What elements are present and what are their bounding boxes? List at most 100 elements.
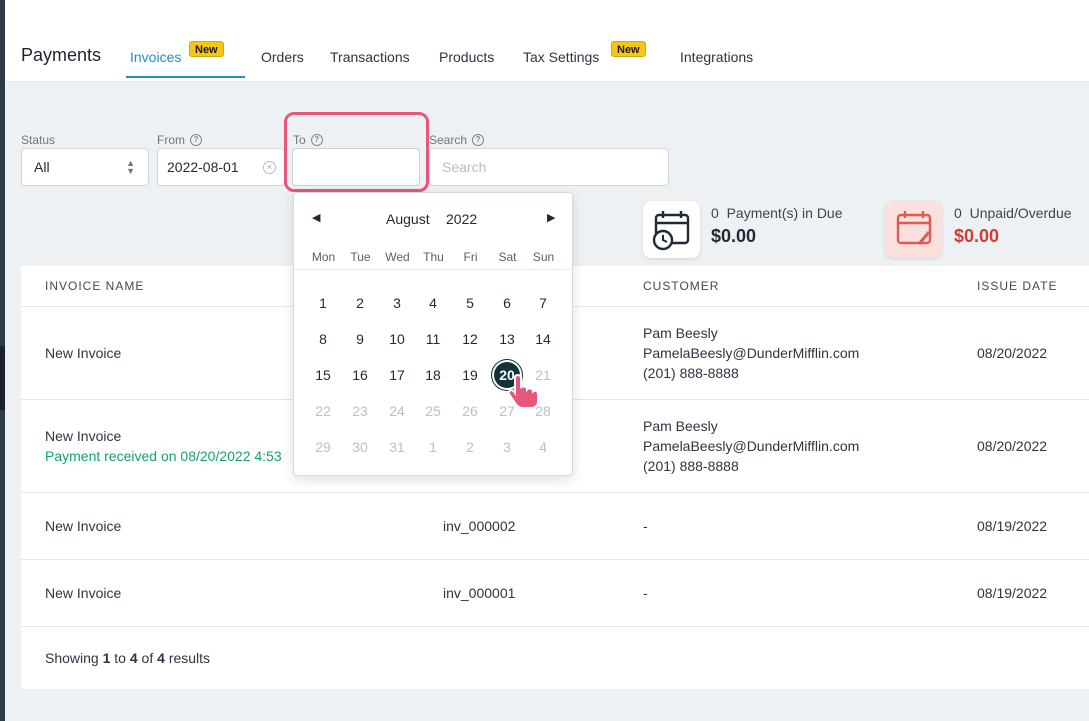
issue-date: 08/19/2022 <box>977 518 1048 534</box>
date-cell[interactable]: 4 <box>420 290 446 316</box>
search-input[interactable]: Search <box>429 148 669 186</box>
date-cell: 25 <box>425 403 441 419</box>
date-cell[interactable]: 3 <box>384 290 410 316</box>
invoices-new-badge: New <box>189 41 224 57</box>
date-cell: 23 <box>352 403 368 419</box>
next-month-icon[interactable]: ▶ <box>547 211 555 224</box>
due-count-line: 0 Payment(s) in Due <box>711 205 843 221</box>
date-cell: 30 <box>352 439 368 455</box>
to-field-highlight <box>284 112 429 192</box>
date-cell: 24 <box>389 403 405 419</box>
date-cell[interactable]: 6 <box>494 290 520 316</box>
status-label: Status <box>21 133 56 147</box>
due-amount: $0.00 <box>711 226 757 246</box>
clear-icon[interactable]: × <box>263 161 276 174</box>
date-picker-year[interactable]: 2022 <box>446 211 477 227</box>
unpaid-amount: $0.00 <box>954 226 1000 246</box>
search-placeholder: Search <box>442 159 487 175</box>
tab-integrations[interactable]: Integrations <box>680 49 753 65</box>
invoice-number: inv_000002 <box>443 518 516 534</box>
date-cell[interactable]: 2 <box>347 290 373 316</box>
date-cell: 22 <box>315 403 331 419</box>
date-cell[interactable]: 8 <box>310 326 336 352</box>
invoice-name: New Invoice <box>45 585 122 601</box>
invoice-name: New Invoice <box>45 428 122 444</box>
date-cell: 26 <box>462 403 478 419</box>
help-icon[interactable]: ? <box>190 134 202 146</box>
date-cell[interactable]: 18 <box>420 362 446 388</box>
calendar-edit-icon <box>885 201 942 258</box>
customer-email: PamelaBeesly@DunderMifflin.com <box>643 438 860 454</box>
tab-transactions[interactable]: Transactions <box>330 49 410 65</box>
help-icon[interactable]: ? <box>472 134 485 146</box>
row-divider <box>21 626 1089 627</box>
tab-products[interactable]: Products <box>439 49 494 65</box>
header-customer: CUSTOMER <box>643 279 720 293</box>
date-picker-divider <box>294 269 572 270</box>
tax-settings-new-badge: New <box>611 41 646 57</box>
date-picker-popup: ◀ August 2022 ▶ Mon Tue Wed Thu Fri Sat Sun 1 2 3… <box>293 192 573 476</box>
unpaid-count-line: 0 Unpaid/Overdue <box>954 205 1072 221</box>
tab-orders[interactable]: Orders <box>261 49 304 65</box>
hand-pointer-icon <box>505 373 541 410</box>
date-cell: 3 <box>503 439 511 455</box>
weekday-mon: Mon <box>311 250 336 264</box>
date-cell[interactable]: 17 <box>384 362 410 388</box>
weekday-thu: Thu <box>423 250 444 264</box>
from-label: From? <box>157 133 202 147</box>
weekday-tue: Tue <box>350 250 371 264</box>
date-cell: 2 <box>466 439 474 455</box>
customer-phone: (201) 888-8888 <box>643 365 739 381</box>
from-date-value: 2022-08-01 <box>167 159 239 175</box>
weekday-sat: Sat <box>498 250 517 264</box>
top-navigation: Payments Invoices New Orders Transaction… <box>5 0 1089 82</box>
calendar-clock-icon <box>643 201 700 258</box>
date-picker-month[interactable]: August <box>386 211 430 227</box>
status-select-value: All <box>34 159 50 175</box>
date-cell[interactable]: 11 <box>420 326 446 352</box>
from-date-field[interactable]: 2022-08-01 × <box>157 148 285 186</box>
date-cell[interactable]: 13 <box>494 326 520 352</box>
tab-tax-settings[interactable]: Tax Settings <box>523 49 599 65</box>
date-cell[interactable]: 16 <box>347 362 373 388</box>
pagination-summary: Showing 1 to 4 of 4 results <box>45 650 211 666</box>
date-cell[interactable]: 7 <box>530 290 556 316</box>
search-label: Search? <box>429 133 485 147</box>
customer-name: Pam Beesly <box>643 418 718 434</box>
previous-month-icon[interactable]: ◀ <box>312 211 320 224</box>
date-cell: 1 <box>429 439 437 455</box>
header-issue-date: ISSUE DATE <box>977 279 1058 293</box>
date-cell[interactable]: 12 <box>457 326 483 352</box>
customer-name: Pam Beesly <box>643 325 718 341</box>
customer-email: PamelaBeesly@DunderMifflin.com <box>643 345 860 361</box>
weekday-wed: Wed <box>385 250 410 264</box>
page-title: Payments <box>21 45 102 65</box>
date-cell[interactable]: 10 <box>384 326 410 352</box>
issue-date: 08/20/2022 <box>977 345 1048 361</box>
date-cell[interactable]: 19 <box>457 362 483 388</box>
left-edge-strip <box>0 0 5 721</box>
active-tab-indicator <box>126 76 245 78</box>
customer-empty: - <box>643 518 648 534</box>
header-invoice-name: INVOICE NAME <box>45 279 145 293</box>
status-select[interactable]: All ▲ ▼ <box>21 148 149 186</box>
customer-phone: (201) 888-8888 <box>643 458 739 474</box>
left-edge-notch <box>0 346 5 410</box>
date-cell[interactable]: 14 <box>530 326 556 352</box>
invoice-name: New Invoice <box>45 518 122 534</box>
issue-date: 08/19/2022 <box>977 585 1048 601</box>
date-cell[interactable]: 1 <box>310 290 336 316</box>
issue-date: 08/20/2022 <box>977 438 1048 454</box>
date-cell: 4 <box>539 439 547 455</box>
payment-status: Payment received on 08/20/2022 4:53 <box>45 448 282 464</box>
date-cell: 31 <box>389 439 405 455</box>
date-cell[interactable]: 5 <box>457 290 483 316</box>
tab-invoices[interactable]: Invoices <box>130 49 181 65</box>
weekday-sun: Sun <box>532 250 555 264</box>
weekday-fri: Fri <box>463 250 478 264</box>
date-cell: 29 <box>315 439 331 455</box>
row-divider <box>21 492 1089 493</box>
date-cell[interactable]: 15 <box>310 362 336 388</box>
date-cell[interactable]: 9 <box>347 326 373 352</box>
customer-empty: - <box>643 585 648 601</box>
